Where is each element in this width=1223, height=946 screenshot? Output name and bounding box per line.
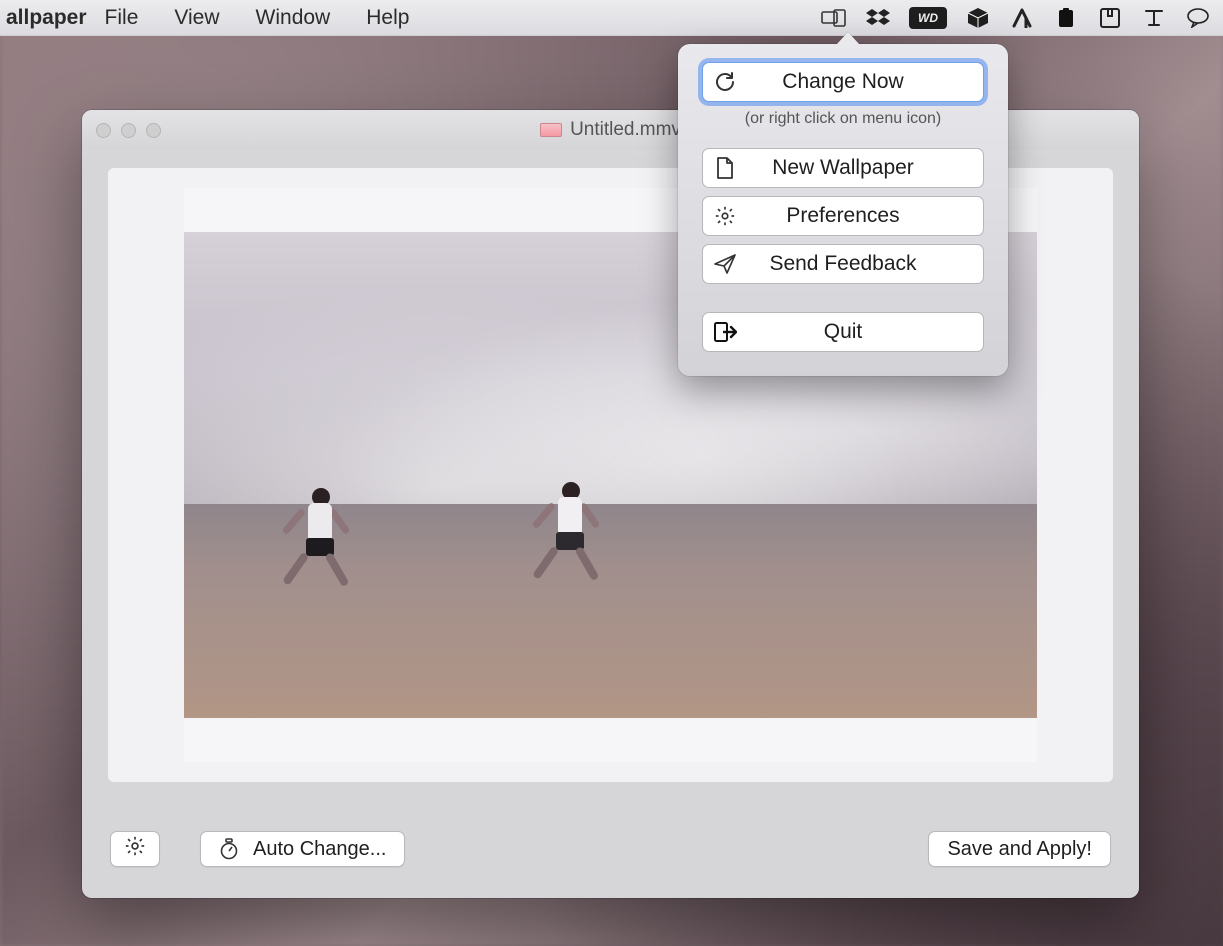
stopwatch-icon [219,838,239,860]
window-controls [96,123,161,138]
change-now-button[interactable]: Change Now [702,62,984,102]
displays-icon[interactable] [821,8,847,28]
menu-file[interactable]: File [105,6,139,30]
preview-letterbox-bottom [184,718,1037,762]
dropbox-icon[interactable] [865,8,891,28]
new-wallpaper-label: New Wallpaper [747,156,983,180]
gear-icon [703,205,747,227]
gear-icon [124,835,146,863]
paper-plane-icon [703,253,747,275]
chat-icon[interactable] [1185,8,1211,28]
settings-button[interactable] [110,831,160,867]
popover-hint: (or right click on menu icon) [702,110,984,128]
send-feedback-button[interactable]: Send Feedback [702,244,984,284]
auto-change-label: Auto Change... [253,838,386,861]
window-title: Untitled.mmv [570,119,681,141]
system-menubar: allpaper File View Window Help WD [0,0,1223,36]
cube-icon[interactable] [965,8,991,28]
menu-view[interactable]: View [174,6,219,30]
clipboard-icon[interactable] [1053,8,1079,28]
text-icon[interactable] [1141,8,1167,28]
menu-help[interactable]: Help [366,6,409,30]
zoom-button[interactable] [146,123,161,138]
change-now-label: Change Now [747,70,983,94]
preferences-label: Preferences [747,204,983,228]
new-wallpaper-button[interactable]: New Wallpaper [702,148,984,188]
menubar-status-area: WD [821,8,1217,28]
triangle-icon[interactable] [1009,8,1035,28]
bottom-toolbar: Auto Change... Save and Apply! [82,800,1139,898]
wd-icon[interactable]: WD [909,8,947,28]
save-apply-label: Save and Apply! [947,838,1092,861]
document-icon [703,156,747,180]
refresh-icon [703,70,747,94]
close-button[interactable] [96,123,111,138]
exit-icon [703,321,747,343]
save-apply-button[interactable]: Save and Apply! [928,831,1111,867]
auto-change-button[interactable]: Auto Change... [200,831,405,867]
app-name-menu[interactable]: allpaper [6,6,87,30]
minimize-button[interactable] [121,123,136,138]
document-icon [540,123,562,137]
quit-button[interactable]: Quit [702,312,984,352]
menu-window[interactable]: Window [256,6,331,30]
send-feedback-label: Send Feedback [747,252,983,276]
preferences-button[interactable]: Preferences [702,196,984,236]
package-icon[interactable] [1097,8,1123,28]
menubar-popover: Change Now (or right click on menu icon)… [678,44,1008,376]
quit-label: Quit [747,320,983,344]
